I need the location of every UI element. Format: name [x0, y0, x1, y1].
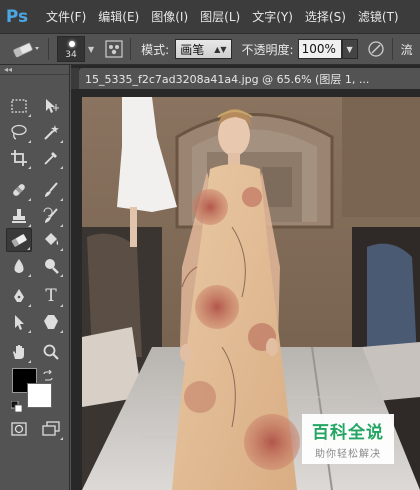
eraser-tool[interactable] — [6, 228, 32, 252]
dodge-icon — [45, 259, 59, 274]
eraser-icon — [11, 234, 27, 247]
options-bar: 34 ▼ 模式: 画笔 ▲▼ 不透明度: 100% ▼ 流 — [0, 33, 420, 65]
updown-arrow-icon: ▲▼ — [214, 44, 227, 54]
document-tab-title: 15_5335_f2c7ad3208a41a4.jpg @ 65.6% (图层 … — [85, 72, 370, 86]
brush-tool[interactable] — [38, 178, 64, 202]
menu-filter[interactable]: 滤镜(T) — [352, 8, 405, 25]
image-canvas[interactable]: 百科全说 助你轻松解决 — [82, 97, 420, 490]
shape-tool[interactable] — [38, 310, 64, 334]
opacity-input[interactable]: 100% — [297, 39, 342, 59]
zoom-tool[interactable] — [38, 340, 64, 364]
hand-icon — [13, 345, 24, 359]
toolbox-collapse-handle[interactable]: ◂◂ — [0, 65, 69, 75]
menu-type[interactable]: 文字(Y) — [246, 8, 299, 25]
menu-select[interactable]: 选择(S) — [299, 8, 352, 25]
stamp-icon — [12, 209, 26, 223]
toolbox: ◂◂ T — [0, 65, 70, 490]
eraser-icon — [13, 42, 39, 58]
brush-icon — [45, 182, 58, 197]
watermark-subtitle: 助你轻松解决 — [315, 449, 381, 460]
shape-icon — [44, 315, 58, 329]
brush-panel-icon — [105, 40, 123, 58]
dodge-tool[interactable] — [38, 254, 64, 278]
history-brush-tool[interactable] — [38, 204, 64, 228]
screen-mode-button[interactable] — [38, 417, 64, 441]
document-tab[interactable]: 15_5335_f2c7ad3208a41a4.jpg @ 65.6% (图层 … — [79, 68, 420, 89]
mode-value: 画笔 — [180, 42, 205, 57]
flow-label: 流 — [400, 42, 413, 57]
quick-mask-button[interactable] — [6, 417, 32, 441]
crop-tool[interactable] — [6, 146, 32, 170]
tool-preset-picker[interactable] — [8, 37, 44, 61]
paint-bucket-tool[interactable] — [38, 228, 64, 252]
pen-icon — [14, 289, 24, 302]
tab-scroll-handle[interactable] — [71, 68, 79, 89]
crop-icon — [11, 150, 27, 166]
menu-layer[interactable]: 图层(L) — [194, 8, 246, 25]
healing-icon — [13, 184, 25, 196]
history-brush-icon — [43, 207, 58, 223]
eyedropper-icon — [44, 152, 57, 165]
magic-wand-icon — [44, 125, 59, 140]
brush-size-picker[interactable]: 34 — [57, 36, 85, 62]
mode-label: 模式: — [141, 42, 170, 57]
menu-edit[interactable]: 编辑(E) — [92, 8, 145, 25]
brush-panel-toggle[interactable] — [102, 37, 126, 61]
pressure-opacity-icon — [367, 41, 384, 57]
airbrush-opacity-toggle[interactable] — [364, 37, 388, 61]
blur-tool[interactable] — [6, 254, 32, 278]
menu-bar: Ps 文件(F) 编辑(E) 图像(I) 图层(L) 文字(Y) 选择(S) 滤… — [0, 0, 420, 33]
lasso-icon — [11, 124, 27, 140]
menu-image[interactable]: 图像(I) — [145, 8, 194, 25]
lasso-tool[interactable] — [6, 120, 32, 144]
background-color-swatch[interactable] — [27, 383, 52, 408]
swap-colors-icon[interactable] — [42, 367, 54, 381]
type-icon: T — [45, 286, 57, 306]
path-select-icon — [15, 315, 24, 330]
move-icon — [46, 99, 59, 113]
hand-tool[interactable] — [6, 340, 32, 364]
eyedropper-tool[interactable] — [38, 146, 64, 170]
chevron-down-icon[interactable]: ▼ — [88, 45, 94, 54]
separator — [48, 38, 49, 60]
watermark-title: 百科全说 — [312, 423, 384, 443]
screen-mode-icon — [42, 421, 60, 436]
opacity-label: 不透明度: — [241, 42, 294, 57]
default-colors-icon[interactable] — [10, 398, 23, 413]
separator — [391, 38, 393, 60]
pen-tool[interactable] — [6, 284, 32, 308]
brush-tip-preview — [69, 41, 75, 47]
path-select-tool[interactable] — [6, 310, 32, 334]
healing-tool[interactable] — [6, 178, 32, 202]
separator — [130, 38, 132, 60]
watermark-badge: 百科全说 助你轻松解决 — [302, 414, 394, 464]
blur-icon — [14, 259, 24, 273]
magic-wand-tool[interactable] — [38, 120, 64, 144]
marquee-tool[interactable] — [6, 94, 32, 118]
mode-select[interactable]: 画笔 ▲▼ — [175, 39, 232, 59]
type-tool[interactable]: T — [38, 284, 64, 308]
photoshop-logo: Ps — [5, 6, 29, 27]
menu-file[interactable]: 文件(F) — [40, 8, 92, 25]
marquee-icon — [11, 99, 27, 113]
paint-bucket-icon — [45, 233, 59, 245]
opacity-dropdown[interactable]: ▼ — [341, 39, 358, 59]
quick-mask-icon — [11, 422, 27, 436]
document-area: 15_5335_f2c7ad3208a41a4.jpg @ 65.6% (图层 … — [71, 65, 420, 490]
move-tool[interactable] — [38, 94, 64, 118]
stamp-tool[interactable] — [6, 204, 32, 228]
brush-size-value: 34 — [65, 50, 77, 60]
zoom-icon — [43, 344, 59, 360]
